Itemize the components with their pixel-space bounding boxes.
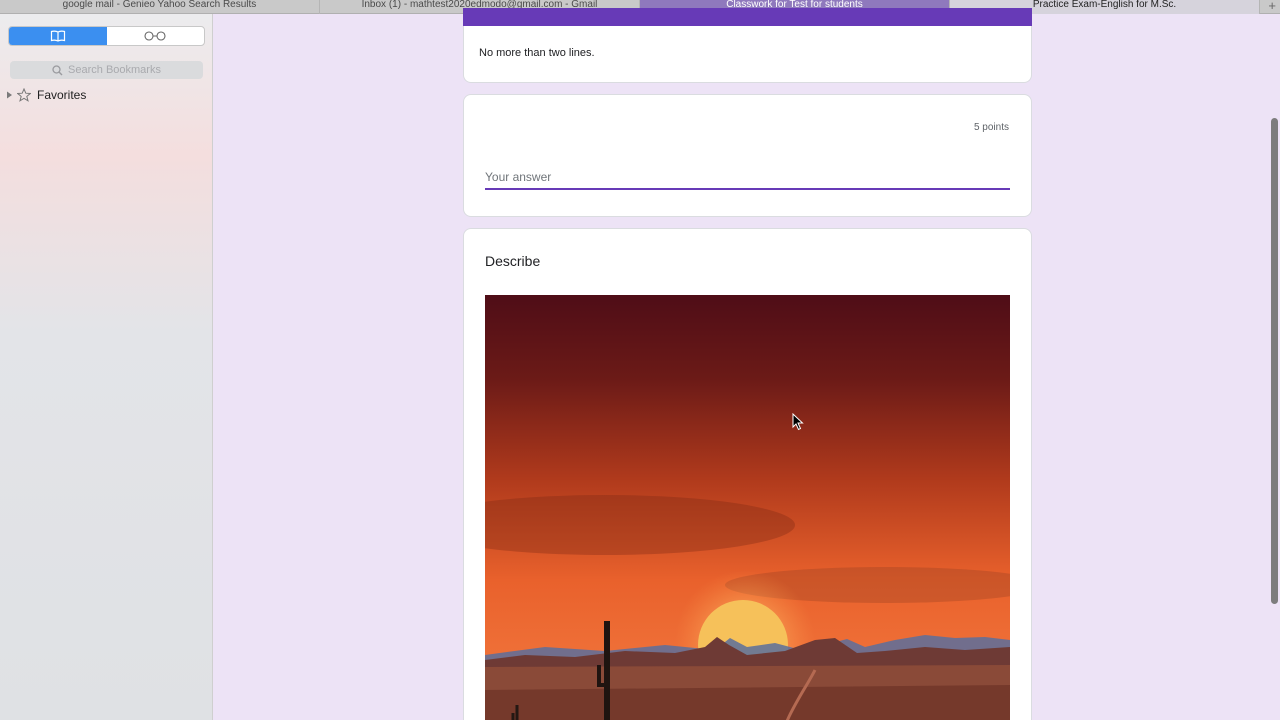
section-accent-bar — [463, 8, 1032, 26]
page-scrollbar[interactable] — [1268, 14, 1280, 720]
desert-sunset-image — [485, 295, 1010, 720]
sunset-photo-graphic — [485, 295, 1010, 720]
glasses-icon — [144, 31, 166, 41]
disclosure-triangle-icon[interactable] — [6, 91, 13, 99]
describe-question-card: Describe — [463, 228, 1032, 720]
answer-input[interactable]: Your answer — [485, 168, 1010, 190]
question-card: 5 points Your answer — [463, 94, 1032, 217]
reading-list-tab-button[interactable] — [107, 27, 205, 45]
book-icon — [50, 30, 65, 42]
new-tab-button[interactable]: + — [1260, 0, 1280, 14]
tab-genieo-search[interactable]: google mail - Genieo Yahoo Search Result… — [0, 0, 320, 14]
search-placeholder: Search Bookmarks — [68, 64, 161, 76]
star-icon — [17, 88, 31, 102]
sidebar-item-favorites[interactable]: Favorites — [6, 88, 86, 102]
section-header-card: No more than two lines. — [463, 8, 1032, 83]
section-description: No more than two lines. — [479, 47, 595, 59]
question-points: 5 points — [973, 122, 1009, 133]
favorites-label: Favorites — [37, 88, 87, 102]
describe-title: Describe — [485, 253, 541, 269]
search-icon — [52, 64, 63, 75]
bookmarks-tab-button[interactable] — [9, 27, 107, 45]
sidebar-segmented-control — [8, 26, 205, 46]
bookmarks-sidebar: Search Bookmarks Favorites — [0, 14, 213, 720]
scrollbar-thumb[interactable] — [1271, 118, 1278, 604]
bookmarks-search-input[interactable]: Search Bookmarks — [10, 61, 203, 79]
mouse-cursor-icon — [792, 413, 804, 431]
